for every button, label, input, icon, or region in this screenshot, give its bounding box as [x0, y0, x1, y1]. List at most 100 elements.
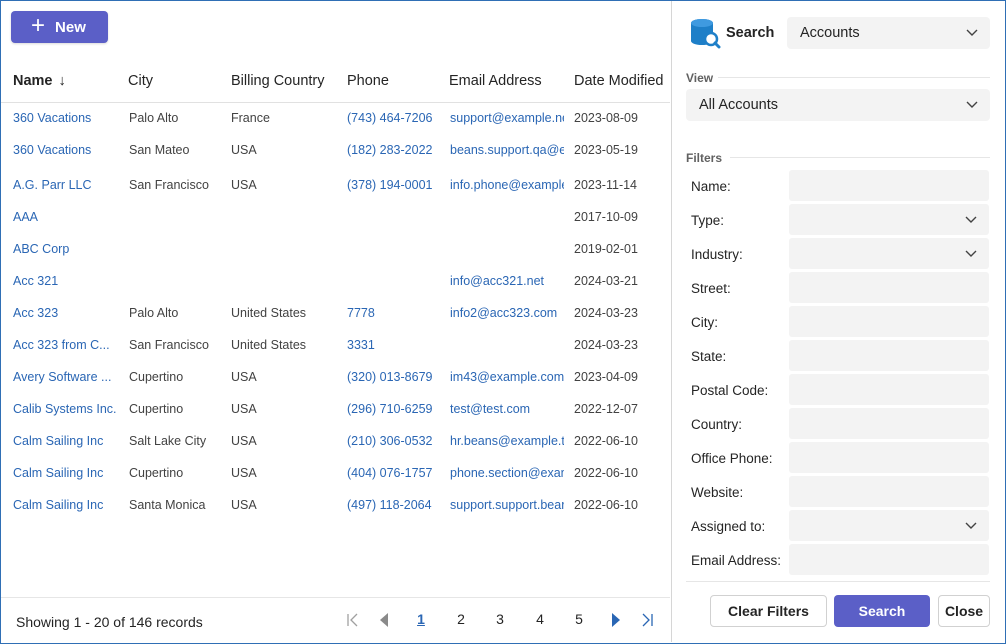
table-row[interactable]: 360 Vacations San Mateo USA (182) 283-2022 b…	[1, 135, 670, 167]
cell-name[interactable]: ABC Corp	[13, 242, 121, 256]
cell-name[interactable]: Calm Sailing Inc	[13, 466, 121, 480]
cell-phone[interactable]: (404) 076-1757	[347, 466, 443, 480]
cell-name[interactable]: Calm Sailing Inc	[13, 434, 121, 448]
cell-name[interactable]: Calm Sailing Inc	[13, 498, 121, 512]
filter-type-select[interactable]	[789, 204, 989, 235]
page-4-link[interactable]: 4	[530, 611, 550, 627]
column-header-phone[interactable]: Phone	[347, 73, 389, 89]
cell-city: Palo Alto	[129, 306, 179, 320]
page-2-link[interactable]: 2	[451, 611, 471, 627]
view-select[interactable]: All Accounts	[686, 89, 990, 121]
cell-email[interactable]: phone.section@exam	[450, 466, 564, 480]
table-row[interactable]: Calm Sailing Inc Cupertino USA (404) 076-17…	[1, 458, 670, 490]
filter-state-input[interactable]	[789, 340, 989, 371]
cell-email[interactable]: info.phone@example	[450, 178, 564, 192]
cell-email[interactable]: support.support.bear	[450, 498, 564, 512]
cell-name[interactable]: Acc 321	[13, 274, 121, 288]
clear-filters-button[interactable]: Clear Filters	[710, 595, 827, 627]
cell-city: Palo Alto	[129, 111, 179, 125]
cell-date: 2022-12-07	[574, 402, 638, 416]
new-button[interactable]: + New	[11, 11, 108, 43]
cell-email[interactable]: info2@acc323.com	[450, 306, 564, 320]
cell-country: USA	[231, 178, 257, 192]
filter-label-country: Country:	[691, 417, 743, 432]
table-row[interactable]: ABC Corp 2019-02-01	[1, 234, 670, 266]
cell-name[interactable]: 360 Vacations	[13, 143, 121, 157]
filter-label-type: Type:	[691, 213, 725, 228]
cell-email[interactable]: im43@example.com	[450, 370, 564, 384]
cell-phone[interactable]: (296) 710-6259	[347, 402, 443, 416]
filter-industry-select[interactable]	[789, 238, 989, 269]
next-page-icon[interactable]	[607, 610, 625, 630]
close-button[interactable]: Close	[938, 595, 990, 627]
cell-phone[interactable]: (210) 306-0532	[347, 434, 443, 448]
first-page-icon[interactable]	[344, 610, 362, 630]
cell-country: France	[231, 111, 270, 125]
cell-name[interactable]: AAA	[13, 210, 121, 224]
page-3-link[interactable]: 3	[490, 611, 510, 627]
last-page-icon[interactable]	[638, 610, 656, 630]
cell-phone[interactable]: (320) 013-8679	[347, 370, 443, 384]
table-row[interactable]: AAA 2017-10-09	[1, 202, 670, 234]
filter-street-input[interactable]	[789, 272, 989, 303]
module-select[interactable]: Accounts	[787, 17, 990, 49]
plus-icon: +	[31, 12, 46, 39]
cell-phone[interactable]: (182) 283-2022	[347, 143, 443, 157]
filter-city-input[interactable]	[789, 306, 989, 337]
column-header-email[interactable]: Email Address	[449, 73, 542, 89]
cell-email[interactable]: support@example.ne	[450, 111, 564, 125]
previous-page-icon[interactable]	[375, 610, 393, 630]
table-row[interactable]: Acc 321 info@acc321.net 2024-03-21	[1, 266, 670, 298]
cell-email[interactable]: beans.support.qa@e	[450, 143, 564, 157]
cell-name[interactable]: Avery Software ...	[13, 370, 121, 384]
cell-phone[interactable]: 7778	[347, 306, 443, 320]
cell-name[interactable]: Acc 323 from C...	[13, 338, 121, 352]
filter-email-address-input[interactable]	[789, 544, 989, 575]
cell-phone[interactable]: 3331	[347, 338, 443, 352]
cell-name[interactable]: 360 Vacations	[13, 111, 121, 125]
cell-email[interactable]: hr.beans@example.tv	[450, 434, 564, 448]
cell-country: USA	[231, 402, 257, 416]
cell-phone[interactable]: (743) 464-7206	[347, 111, 443, 125]
filter-office-phone-input[interactable]	[789, 442, 989, 473]
view-label: View	[686, 71, 714, 85]
filter-website-input[interactable]	[789, 476, 989, 507]
cell-name[interactable]: Acc 323	[13, 306, 121, 320]
cell-email[interactable]: info@acc321.net	[450, 274, 564, 288]
cell-name[interactable]: Calib Systems Inc.	[13, 402, 121, 416]
page-5-link[interactable]: 5	[569, 611, 589, 627]
cell-phone[interactable]: (378) 194-0001	[347, 178, 443, 192]
cell-city: San Mateo	[129, 143, 190, 157]
table-row[interactable]: 360 Vacations Palo Alto France (743) 464-72…	[1, 103, 670, 135]
cell-phone[interactable]: (497) 118-2064	[347, 498, 443, 512]
table-row[interactable]: Avery Software ... Cupertino USA (320) 013-…	[1, 362, 670, 394]
cell-country: USA	[231, 434, 257, 448]
cell-city: Cupertino	[129, 370, 184, 384]
module-select-value: Accounts	[800, 25, 860, 41]
column-header-date-modified[interactable]: Date Modified	[574, 73, 663, 89]
page-1-link[interactable]: 1	[411, 611, 431, 627]
filter-country-input[interactable]	[789, 408, 989, 439]
cell-email[interactable]: test@test.com	[450, 402, 564, 416]
column-header-city[interactable]: City	[128, 73, 153, 89]
table-row[interactable]: Calm Sailing Inc Salt Lake City USA (210) 3…	[1, 426, 670, 458]
table-row[interactable]: Calm Sailing Inc Santa Monica USA (497) 118…	[1, 490, 670, 522]
filter-name-input[interactable]	[789, 170, 989, 201]
table-row[interactable]: Acc 323 from C... San Francisco United Sta…	[1, 330, 670, 362]
cell-date: 2022-06-10	[574, 434, 638, 448]
search-button[interactable]: Search	[834, 595, 930, 627]
column-header-billing-country[interactable]: Billing Country	[231, 73, 325, 89]
cell-city: Cupertino	[129, 402, 184, 416]
cell-date: 2023-05-19	[574, 143, 638, 157]
chevron-down-icon	[965, 522, 977, 529]
filter-assigned-to-select[interactable]	[789, 510, 989, 541]
column-header-name[interactable]: Name ↓	[13, 73, 66, 89]
table-row[interactable]: A.G. Parr LLC San Francisco USA (378) 194-0…	[1, 170, 670, 202]
cell-name[interactable]: A.G. Parr LLC	[13, 178, 121, 192]
cell-country: USA	[231, 143, 257, 157]
table-row[interactable]: Calib Systems Inc. Cupertino USA (296) 710-…	[1, 394, 670, 426]
table-row[interactable]: Acc 323 Palo Alto United States 7778 info2@a…	[1, 298, 670, 330]
search-title: Search	[726, 25, 775, 41]
filter-postal-code-input[interactable]	[789, 374, 989, 405]
view-select-value: All Accounts	[699, 97, 778, 113]
